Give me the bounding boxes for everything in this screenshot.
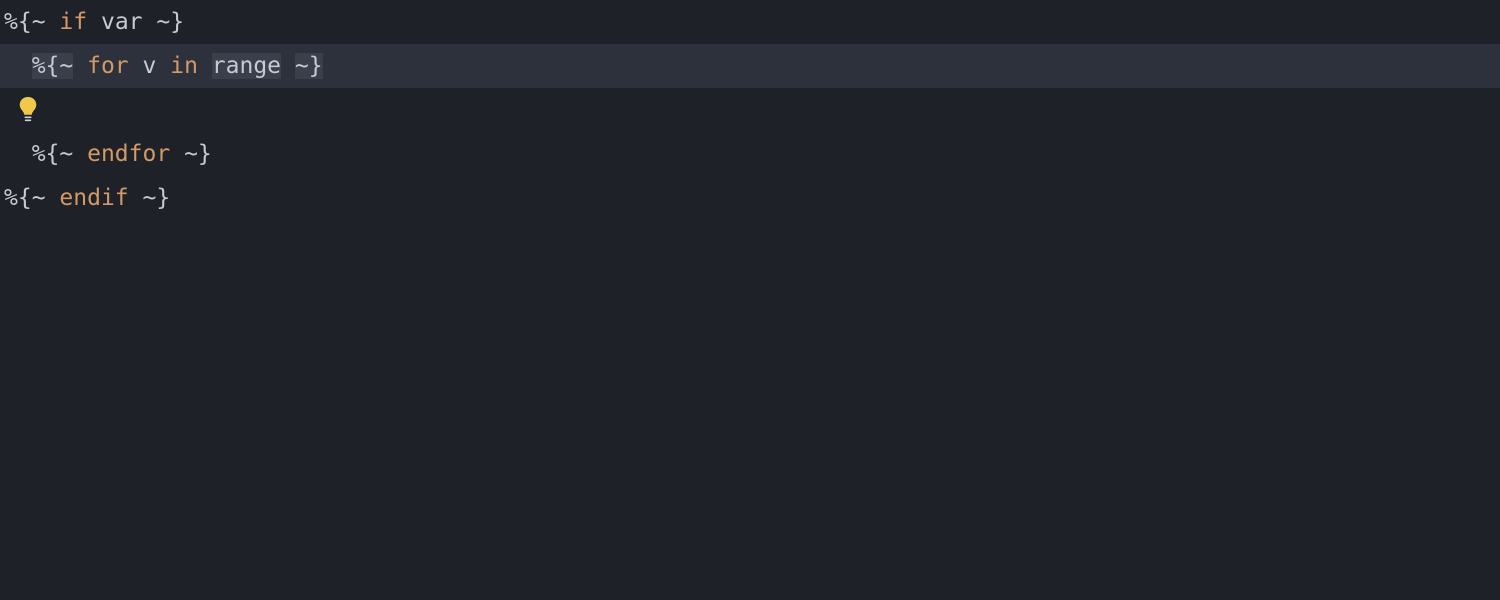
keyword-for: for: [87, 53, 129, 79]
delimiter-close: ~}: [184, 141, 212, 167]
delimiter-open: %{~: [4, 9, 46, 35]
delimiter-open: %{~: [4, 185, 46, 211]
range-identifier: range: [212, 53, 281, 79]
delimiter-open: %{~: [32, 141, 74, 167]
indent: [4, 141, 32, 167]
variable: var: [101, 9, 143, 35]
keyword-in: in: [170, 53, 198, 79]
delimiter-close: ~}: [156, 9, 184, 35]
indent: [4, 53, 32, 79]
delimiter-close-matched: ~}: [295, 53, 323, 79]
delimiter-open-matched: %{~: [32, 53, 74, 79]
keyword-if: if: [59, 9, 87, 35]
lightbulb-icon[interactable]: [18, 97, 38, 123]
code-line-3[interactable]: [0, 88, 1500, 132]
loop-variable: v: [143, 53, 157, 79]
code-editor[interactable]: %{~ if var ~} %{~ for v in range ~} %{~ …: [0, 0, 1500, 600]
code-line-4[interactable]: %{~ endfor ~}: [0, 132, 1500, 176]
delimiter-close: ~}: [143, 185, 171, 211]
keyword-endif: endif: [59, 185, 128, 211]
keyword-endfor: endfor: [87, 141, 170, 167]
code-line-2-highlighted[interactable]: %{~ for v in range ~}: [0, 44, 1500, 88]
code-line-1[interactable]: %{~ if var ~}: [0, 0, 1500, 44]
code-line-5[interactable]: %{~ endif ~}: [0, 176, 1500, 220]
